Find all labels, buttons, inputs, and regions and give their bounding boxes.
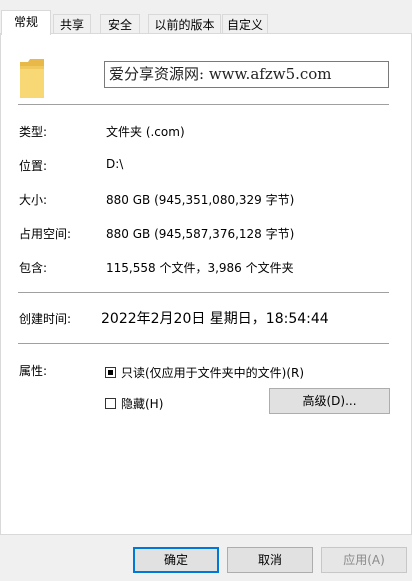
readonly-checkbox-box[interactable] [105,367,116,378]
tab-general[interactable]: 常规 [1,10,51,35]
contains-label: 包含: [19,261,48,275]
tab-customize[interactable]: 自定义 [222,14,268,34]
contains-value: 115,558 个文件，3,986 个文件夹 [106,261,294,275]
size-label: 大小: [19,193,48,207]
separator [18,343,389,344]
tab-sharing[interactable]: 共享 [53,14,91,34]
created-value: 2022年2月20日 星期日，18:54:44 [101,311,329,327]
hidden-checkbox[interactable]: 隐藏(H) [105,395,163,412]
type-label: 类型: [19,125,48,139]
apply-button[interactable]: 应用(A) [321,547,407,573]
readonly-checkbox-label: 只读(仅应用于文件夹中的文件)(R) [121,366,305,380]
separator [18,292,389,293]
general-panel [0,33,412,535]
attributes-label: 属性: [19,364,48,378]
tab-previous-versions[interactable]: 以前的版本 [148,14,221,34]
disk-size-label: 占用空间: [19,227,72,241]
separator [18,104,389,105]
hidden-checkbox-label: 隐藏(H) [121,397,164,411]
disk-size-value: 880 GB (945,587,376,128 字节) [106,227,295,241]
type-value: 文件夹 (.com) [106,125,185,139]
readonly-checkbox[interactable]: 只读(仅应用于文件夹中的文件)(R) [105,364,304,381]
size-value: 880 GB (945,351,080,329 字节) [106,193,295,207]
location-value: D:\ [106,157,124,171]
cancel-button[interactable]: 取消 [227,547,313,573]
folder-icon [20,59,44,98]
advanced-button[interactable]: 高级(D)... [269,388,390,414]
folder-name-field[interactable]: 爱分享资源网: www.afzw5.com [104,61,389,88]
created-label: 创建时间: [19,312,72,326]
tab-security[interactable]: 安全 [100,14,140,34]
hidden-checkbox-box[interactable] [105,398,116,409]
ok-button[interactable]: 确定 [133,547,219,573]
tab-bar: 常规 共享 安全 以前的版本 自定义 [0,0,412,35]
location-label: 位置: [19,159,48,173]
